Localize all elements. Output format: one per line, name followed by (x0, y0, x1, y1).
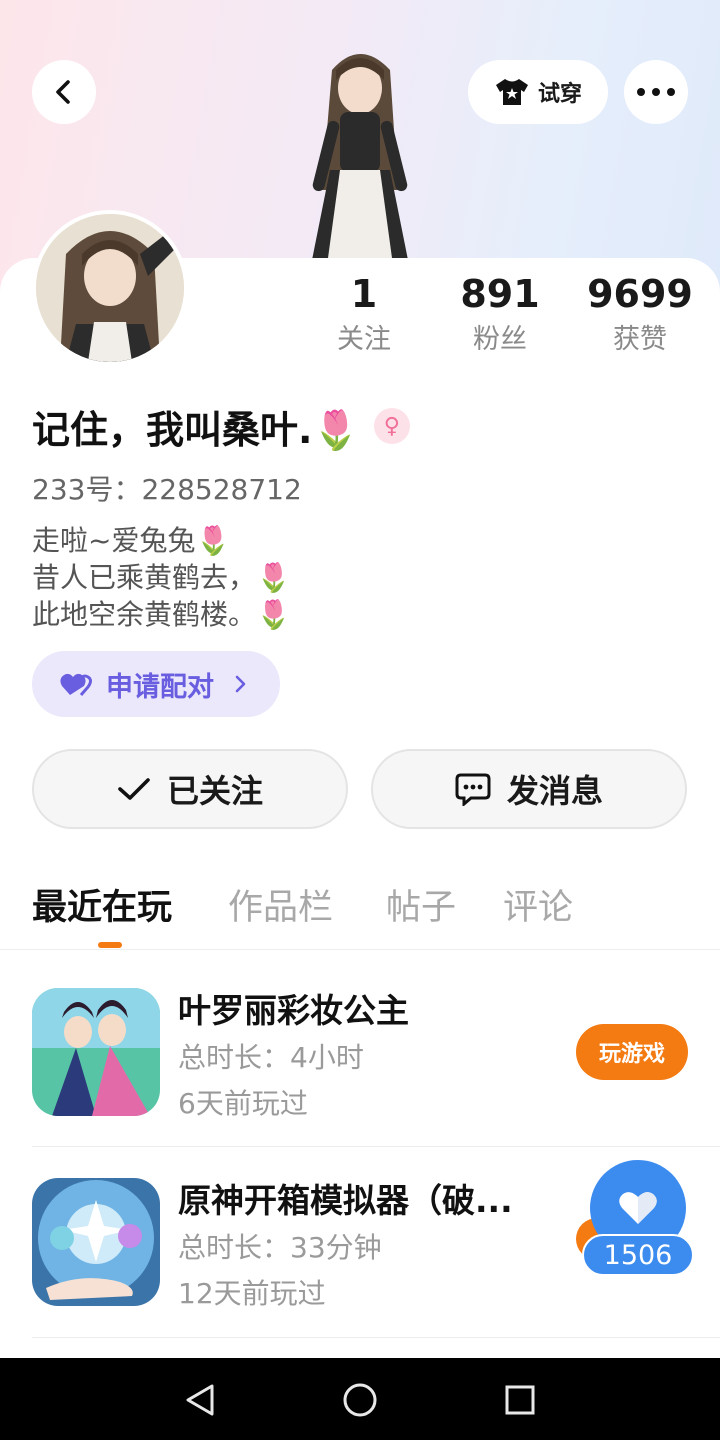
tab-works[interactable]: 作品栏 (228, 878, 333, 938)
more-dots-icon (637, 88, 675, 96)
stat-likes[interactable]: 9699 获赞 (575, 268, 705, 360)
like-count: 1506 (582, 1234, 694, 1276)
stat-likes-value: 9699 (587, 272, 693, 316)
tab-bar: 最近在玩 作品栏 帖子 评论 (0, 878, 720, 950)
game-duration: 总时长：33分钟 (178, 1231, 382, 1264)
try-on-button[interactable]: 试穿 (468, 60, 608, 124)
bio-line: 昔人已乘黄鹤去，🌷 (32, 561, 291, 594)
profile-name: 记住，我叫桑叶.🌷 (32, 407, 360, 452)
chevron-left-icon (56, 80, 70, 104)
send-message-button[interactable]: 发消息 (371, 749, 687, 829)
nav-home-button[interactable] (336, 1376, 384, 1424)
shirt-icon (495, 79, 528, 105)
chevron-right-icon (235, 675, 246, 693)
heart-pair-icon (60, 673, 92, 696)
user-id[interactable]: 233号：228528712 (32, 468, 302, 508)
followed-button[interactable]: 已关注 (32, 749, 348, 829)
stat-following[interactable]: 1 关注 (299, 268, 429, 360)
bio-line: 走啦~爱兔兔🌷 (32, 524, 231, 557)
message-icon (455, 773, 491, 806)
stat-fans-value: 891 (460, 272, 540, 316)
request-pair-label: 申请配对 (106, 671, 214, 703)
tab-comments[interactable]: 评论 (503, 878, 573, 938)
more-button[interactable] (624, 60, 688, 124)
system-nav-bar (0, 1358, 720, 1440)
back-button[interactable] (32, 60, 96, 124)
play-game-button[interactable]: 玩游戏 (576, 1024, 688, 1080)
nav-back-button[interactable] (176, 1376, 224, 1424)
game-thumbnail (32, 1178, 160, 1306)
bio-line: 此地空余黄鹤楼。🌷 (32, 598, 291, 631)
send-message-label: 发消息 (506, 772, 603, 810)
game-title: 原神开箱模拟器（破... (178, 1181, 513, 1220)
triangle-back-icon (186, 1384, 214, 1416)
divider (32, 1146, 720, 1147)
game-last-played: 6天前玩过 (178, 1087, 308, 1120)
divider (32, 1337, 720, 1338)
try-on-label: 试穿 (537, 82, 582, 107)
stat-fans[interactable]: 891 粉丝 (435, 268, 565, 360)
nav-recents-button[interactable] (496, 1376, 544, 1424)
game-title: 叶罗丽彩妆公主 (178, 991, 409, 1030)
followed-label: 已关注 (166, 772, 263, 810)
check-icon (118, 778, 150, 800)
game-icon[interactable] (32, 988, 160, 1116)
list-item[interactable]: 叶罗丽彩妆公主 总时长：4小时 6天前玩过 玩游戏 (0, 988, 720, 1178)
tab-posts[interactable]: 帖子 (386, 878, 456, 938)
female-icon: ♀ (373, 408, 410, 444)
square-recents-icon (505, 1385, 535, 1415)
stat-following-label: 关注 (337, 324, 391, 355)
game-icon[interactable] (32, 1178, 160, 1306)
bio: 走啦~爱兔兔🌷 昔人已乘黄鹤去，🌷 此地空余黄鹤楼。🌷 (32, 522, 291, 633)
game-last-played: 12天前玩过 (178, 1277, 326, 1310)
tab-indicator (98, 942, 122, 948)
stat-likes-label: 获赞 (613, 324, 667, 355)
game-thumbnail (32, 988, 160, 1116)
tab-recently-played[interactable]: 最近在玩 (32, 878, 172, 938)
stats-row: 1 关注 891 粉丝 9699 获赞 (0, 268, 720, 368)
request-pair-button[interactable]: 申请配对 (32, 651, 280, 717)
game-duration: 总时长：4小时 (178, 1041, 364, 1074)
name-row: 记住，我叫桑叶.🌷 ♀ (32, 398, 410, 454)
heart-icon (619, 1192, 657, 1224)
stat-fans-label: 粉丝 (473, 324, 527, 355)
circle-home-icon (343, 1383, 377, 1417)
stat-following-value: 1 (350, 272, 378, 316)
character-figure (312, 54, 408, 260)
